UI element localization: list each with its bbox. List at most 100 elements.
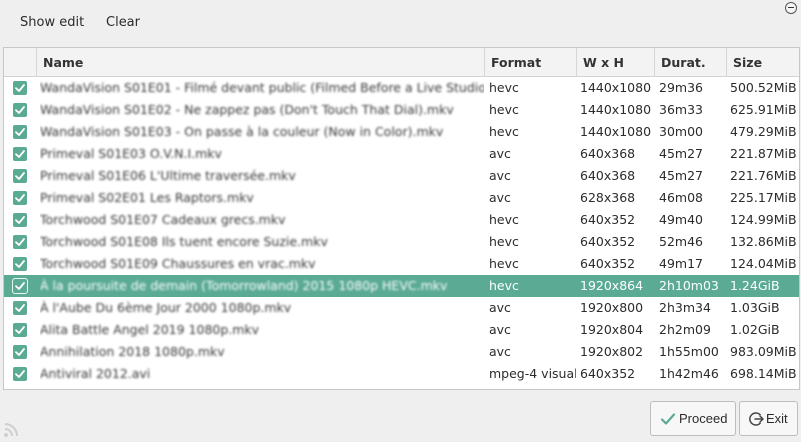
table-row[interactable]: Primeval S01E03 O.V.N.I.mkv avc 640x368 45m… [4,143,799,165]
file-name-cell: Annihilation 2018 1080p.mkv [40,341,484,363]
table-row[interactable]: WandaVision S01E01 - Filmé devant public… [4,77,799,99]
file-name-cell: Torchwood S01E08 Ils tuent encore Suzie.… [40,231,484,253]
checkmark-icon [15,238,25,246]
table-row[interactable]: Torchwood S01E07 Cadeaux grecs.mkv hevc 64… [4,209,799,231]
file-duration-cell: 1h55m00 [659,341,726,363]
file-duration-cell: 2h10m03 [659,275,726,297]
checkmark-icon [15,260,25,268]
file-size-cell: 479.29MiB [730,121,799,143]
header-checkbox-column[interactable] [4,48,36,76]
file-resolution: 1440x1080 [580,102,652,117]
row-checkbox[interactable] [13,103,27,117]
file-format: hevc [489,102,519,117]
file-duration-cell: 45m27 [659,143,726,165]
row-checkbox[interactable] [13,301,27,315]
file-name: Annihilation 2018 1080p.mkv [40,344,225,359]
file-resolution-cell: 640x368 [580,143,654,165]
file-format-cell: hevc [489,99,576,121]
checkmark-icon [15,370,25,378]
file-size: 221.76MiB [730,168,797,183]
file-resolution-cell: 640x368 [580,165,654,187]
file-resolution-cell: 1440x1080 [580,121,654,143]
row-checkbox[interactable] [13,81,27,95]
file-name-cell: Alita Battle Angel 2019 1080p.mkv [40,319,484,341]
table-row[interactable]: Torchwood S01E08 Ils tuent encore Suzie.… [4,231,799,253]
table-row[interactable]: Torchwood S01E09 Chaussures en vrac.mkv h… [4,253,799,275]
file-duration: 2h2m09 [659,322,711,337]
file-resolution-cell: 1920x864 [580,275,654,297]
header-size[interactable]: Size [726,48,799,76]
file-format-cell: hevc [489,253,576,275]
file-size: 132.86MiB [730,234,797,249]
file-resolution-cell: 1440x1080 [580,99,654,121]
file-resolution-cell: 1920x802 [580,341,654,363]
minimize-icon[interactable] [785,2,797,14]
file-name: Torchwood S01E09 Chaussures en vrac.mkv [40,256,316,271]
clear-button[interactable]: Clear [106,14,140,32]
file-duration-cell: 2h3m34 [659,297,726,319]
header-wxh[interactable]: W x H [576,48,654,76]
table-row[interactable]: Annihilation 2018 1080p.mkv avc 1920x802 1h… [4,341,799,363]
file-resolution-cell: 1440x1080 [580,77,654,99]
row-checkbox[interactable] [13,169,27,183]
file-duration-cell: 30m00 [659,121,726,143]
file-format: avc [489,322,511,337]
row-checkbox[interactable] [13,235,27,249]
show-edit-button[interactable]: Show edit [20,14,84,32]
row-checkbox[interactable] [13,323,27,337]
file-resolution: 640x352 [580,234,636,249]
file-format: hevc [489,256,519,271]
file-name-cell: À l'Aube Du 6ème Jour 2000 1080p.mkv [40,297,484,319]
file-size-cell: 1.02GiB [730,319,799,341]
row-checkbox[interactable] [13,279,27,293]
file-name-cell: Primeval S01E06 L'Ultime traversée.mkv [40,165,484,187]
row-checkbox[interactable] [13,147,27,161]
file-resolution-cell: 640x352 [580,363,654,385]
row-checkbox[interactable] [13,213,27,227]
file-name: Primeval S01E03 O.V.N.I.mkv [40,146,222,161]
row-checkbox[interactable] [13,345,27,359]
header-name[interactable]: Name [36,48,484,76]
file-name: Torchwood S01E08 Ils tuent encore Suzie.… [40,234,328,249]
file-name: À la poursuite de demain (Tomorrowland) … [40,278,448,293]
row-checkbox[interactable] [13,367,27,381]
row-checkbox[interactable] [13,191,27,205]
header-duration[interactable]: Durat. [654,48,726,76]
file-size-cell: 625.91MiB [730,99,799,121]
file-name-cell: Antiviral 2012.avi [40,363,484,385]
file-size-cell: 221.76MiB [730,165,799,187]
checkmark-icon [15,106,25,114]
table-row[interactable]: À la poursuite de demain (Tomorrowland) … [4,275,799,297]
file-format: hevc [489,234,519,249]
file-format: hevc [489,80,519,95]
checkmark-icon [15,282,25,290]
file-duration: 52m46 [659,234,703,249]
table-row[interactable]: Antiviral 2012.avi mpeg-4 visual 640x352 1h… [4,363,799,385]
file-resolution: 628x368 [580,190,636,205]
row-checkbox[interactable] [13,125,27,139]
file-format-cell: mpeg-4 visual [489,363,576,385]
file-size-cell: 225.17MiB [730,187,799,209]
table-row[interactable]: À l'Aube Du 6ème Jour 2000 1080p.mkv avc 1… [4,297,799,319]
file-duration: 49m40 [659,212,703,227]
table-row[interactable]: Primeval S01E06 L'Ultime traversée.mkv av… [4,165,799,187]
file-size-cell: 698.14MiB [730,363,799,385]
file-name: WandaVision S01E02 - Ne zappez pas (Don'… [40,102,454,117]
exit-icon [748,411,764,430]
row-checkbox[interactable] [13,257,27,271]
table-row[interactable]: WandaVision S01E02 - Ne zappez pas (Don'… [4,99,799,121]
file-duration-cell: 1h42m46 [659,363,726,385]
checkmark-icon [15,128,25,136]
file-duration: 1h42m46 [659,366,719,381]
file-name: Torchwood S01E07 Cadeaux grecs.mkv [40,212,286,227]
exit-button[interactable]: Exit [739,401,798,436]
table-row[interactable]: WandaVision S01E03 - On passe à la coule… [4,121,799,143]
proceed-button[interactable]: Proceed [650,401,736,436]
table-row[interactable]: Alita Battle Angel 2019 1080p.mkv avc 1920… [4,319,799,341]
header-format[interactable]: Format [484,48,576,76]
table-row[interactable]: Primeval S02E01 Les Raptors.mkv avc 628x36… [4,187,799,209]
file-format: avc [489,190,511,205]
file-format: hevc [489,278,519,293]
file-resolution-cell: 640x352 [580,209,654,231]
file-size-cell: 983.09MiB [730,341,799,363]
